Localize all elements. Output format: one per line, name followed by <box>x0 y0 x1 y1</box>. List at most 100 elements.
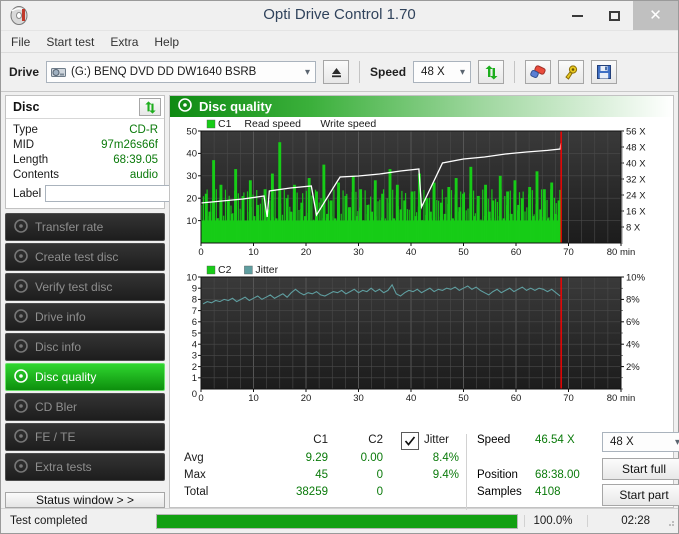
erase-button[interactable] <box>525 60 552 84</box>
disc-panel-title: Disc <box>13 100 40 114</box>
resize-grip[interactable] <box>662 515 674 527</box>
content-header: Disc quality <box>170 96 673 117</box>
svg-text:7: 7 <box>192 306 197 317</box>
disc-value: audio <box>129 168 158 181</box>
disc-key: Length <box>13 153 49 166</box>
position-stat-value: 68:38.00 <box>535 469 580 481</box>
sidebar-item-disc-quality[interactable]: Disc quality <box>5 363 165 391</box>
speed-label: Speed <box>370 65 407 79</box>
sidebar-item-disc-info[interactable]: Disc info <box>5 333 165 361</box>
svg-text:Write speed: Write speed <box>320 118 376 130</box>
svg-text:60: 60 <box>511 247 522 258</box>
minimize-button[interactable] <box>559 1 596 30</box>
svg-text:50: 50 <box>186 126 197 137</box>
disc-icon <box>14 338 28 356</box>
stats-c2-value: 0 <box>376 469 383 481</box>
elapsed-time: 02:28 <box>587 515 656 527</box>
disc-icon <box>14 428 28 446</box>
sidebar-item-cd-bler[interactable]: CD Bler <box>5 393 165 421</box>
svg-text:2: 2 <box>192 362 197 373</box>
disc-row-type: Type CD-R <box>13 122 158 137</box>
svg-text:3: 3 <box>192 351 197 362</box>
maximize-button[interactable] <box>596 1 633 30</box>
svg-text:56 X: 56 X <box>626 126 646 137</box>
start-part-button[interactable]: Start part <box>602 484 679 506</box>
disc-key: Contents <box>13 168 60 181</box>
sidebar-item-drive-info[interactable]: Drive info <box>5 303 165 331</box>
disc-value: 97m26s66f <box>101 138 158 151</box>
menu-item-extra[interactable]: Extra <box>110 35 138 49</box>
menu-item-file[interactable]: File <box>11 35 30 49</box>
title-bar: Opti Drive Control 1.70 ✕ <box>1 1 678 31</box>
svg-text:70: 70 <box>563 393 574 404</box>
speed-select[interactable]: 48 X ▾ <box>413 61 472 83</box>
svg-text:0: 0 <box>192 389 197 400</box>
close-button[interactable]: ✕ <box>633 1 678 30</box>
stats-c2-value: 0.00 <box>360 452 383 464</box>
disc-row-mid: MID 97m26s66f <box>13 137 158 152</box>
sidebar-item-extra-tests[interactable]: Extra tests <box>5 453 165 481</box>
svg-text:9: 9 <box>192 284 197 295</box>
svg-text:10: 10 <box>248 247 259 258</box>
sidebar-item-create-test-disc[interactable]: Create test disc <box>5 243 165 271</box>
svg-text:4: 4 <box>192 340 197 351</box>
progress-fill <box>157 514 517 528</box>
drive-select-value: (G:) BENQ DVD DD DW1640 BSRB <box>71 66 257 78</box>
menu-item-help[interactable]: Help <box>154 35 179 49</box>
svg-text:30: 30 <box>353 393 364 404</box>
chevron-down-icon: ▾ <box>305 66 311 78</box>
speed-stat-label: Speed <box>477 434 511 446</box>
svg-text:8 X: 8 X <box>626 222 641 233</box>
svg-text:16 X: 16 X <box>626 206 646 217</box>
sidebar-item-verify-test-disc[interactable]: Verify test disc <box>5 273 165 301</box>
svg-text:10: 10 <box>186 272 197 283</box>
speed-stat-value: 46.54 X <box>535 434 575 446</box>
window-controls: ✕ <box>559 1 678 30</box>
stats-row-name: Max <box>184 469 206 481</box>
speed-select-value: 48 X <box>421 66 445 78</box>
sidebar-item-label: CD Bler <box>35 400 78 414</box>
minimize-icon <box>572 14 583 17</box>
svg-text:20: 20 <box>301 247 312 258</box>
eject-button[interactable] <box>323 60 350 84</box>
disc-icon <box>14 308 28 326</box>
svg-text:2%: 2% <box>626 362 640 373</box>
svg-text:48 X: 48 X <box>626 142 646 153</box>
status-window-button[interactable]: Status window > > <box>5 492 165 508</box>
svg-text:40 X: 40 X <box>626 158 646 169</box>
svg-text:40: 40 <box>406 393 417 404</box>
sidebar-item-label: FE / TE <box>35 430 76 444</box>
svg-text:32 X: 32 X <box>626 174 646 185</box>
sidebar-item-label: Verify test disc <box>35 280 113 294</box>
opti-drive-control-window: Opti Drive Control 1.70 ✕ File Start tes… <box>0 0 679 534</box>
svg-text:60: 60 <box>511 393 522 404</box>
stats-c1-value: 9.29 <box>305 452 328 464</box>
close-icon: ✕ <box>649 7 662 24</box>
svg-text:30: 30 <box>186 171 197 182</box>
tools-icon <box>565 64 578 80</box>
sidebar-item-transfer-rate[interactable]: Transfer rate <box>5 213 165 241</box>
svg-text:10: 10 <box>248 393 259 404</box>
start-full-button[interactable]: Start full <box>602 458 679 480</box>
jitter-checkbox[interactable] <box>401 432 419 450</box>
svg-text:10%: 10% <box>626 272 646 283</box>
refresh-button[interactable] <box>478 60 505 84</box>
error-statistics: C1 C2 Jitter Avg 9.29 0.00 8.4% Max 45 0… <box>176 432 466 510</box>
svg-text:6: 6 <box>192 317 197 328</box>
toolbar-divider <box>359 61 361 83</box>
left-sidebar: Disc Type CD-R MID 97m26s66f Length 68:3… <box>1 92 254 508</box>
disc-icon <box>14 398 28 416</box>
sidebar-item-fe-te[interactable]: FE / TE <box>5 423 165 451</box>
save-button[interactable] <box>591 60 618 84</box>
menu-item-start-test[interactable]: Start test <box>46 35 94 49</box>
svg-text:0: 0 <box>198 393 203 404</box>
disc-value: 68:39.05 <box>113 153 158 166</box>
scan-speed-select[interactable]: 48 X ▾ <box>602 432 679 452</box>
svg-text:20: 20 <box>186 194 197 205</box>
tools-button[interactable] <box>558 60 585 84</box>
disc-refresh-button[interactable] <box>139 98 161 116</box>
drive-select[interactable]: (G:) BENQ DVD DD DW1640 BSRB ▾ <box>46 61 317 83</box>
erase-icon <box>529 64 546 78</box>
stats-jitter-value: 9.4% <box>432 469 459 481</box>
